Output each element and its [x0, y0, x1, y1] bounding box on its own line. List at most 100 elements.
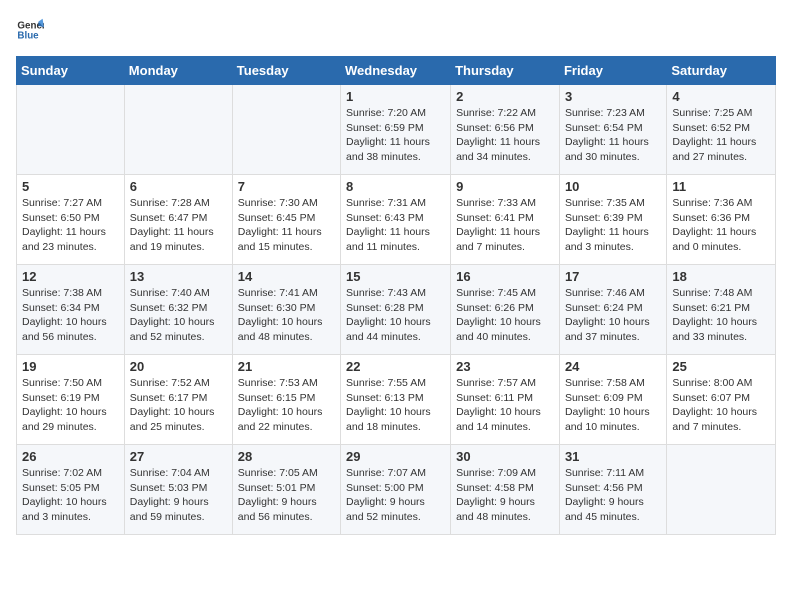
header-row: Sunday Monday Tuesday Wednesday Thursday… — [17, 57, 776, 85]
day-number: 17 — [565, 269, 661, 284]
table-cell — [232, 85, 340, 175]
day-number: 16 — [456, 269, 554, 284]
day-number: 20 — [130, 359, 227, 374]
table-cell: 18 Sunrise: 7:48 AM Sunset: 6:21 PM Dayli… — [667, 265, 776, 355]
day-number: 6 — [130, 179, 227, 194]
table-cell: 3 Sunrise: 7:23 AM Sunset: 6:54 PM Daylig… — [559, 85, 666, 175]
col-saturday: Saturday — [667, 57, 776, 85]
header: General Blue — [16, 16, 776, 44]
day-info: Sunrise: 8:00 AM Sunset: 6:07 PM Dayligh… — [672, 376, 770, 435]
day-number: 18 — [672, 269, 770, 284]
day-info: Sunrise: 7:25 AM Sunset: 6:52 PM Dayligh… — [672, 106, 770, 165]
day-info: Sunrise: 7:31 AM Sunset: 6:43 PM Dayligh… — [346, 196, 445, 255]
table-cell: 13 Sunrise: 7:40 AM Sunset: 6:32 PM Dayli… — [124, 265, 232, 355]
day-info: Sunrise: 7:55 AM Sunset: 6:13 PM Dayligh… — [346, 376, 445, 435]
table-cell: 5 Sunrise: 7:27 AM Sunset: 6:50 PM Daylig… — [17, 175, 125, 265]
week-row-0: 1 Sunrise: 7:20 AM Sunset: 6:59 PM Daylig… — [17, 85, 776, 175]
table-cell: 21Sunrise: 7:53 AM Sunset: 6:15 PM Dayli… — [232, 355, 340, 445]
day-info: Sunrise: 7:43 AM Sunset: 6:28 PM Dayligh… — [346, 286, 445, 345]
table-cell: 15Sunrise: 7:43 AM Sunset: 6:28 PM Dayli… — [341, 265, 451, 355]
table-cell — [124, 85, 232, 175]
table-cell: 23Sunrise: 7:57 AM Sunset: 6:11 PM Dayli… — [451, 355, 560, 445]
day-info: Sunrise: 7:22 AM Sunset: 6:56 PM Dayligh… — [456, 106, 554, 165]
day-number: 19 — [22, 359, 119, 374]
table-cell: 26Sunrise: 7:02 AM Sunset: 5:05 PM Dayli… — [17, 445, 125, 535]
table-cell: 17 Sunrise: 7:46 AM Sunset: 6:24 PM Dayli… — [559, 265, 666, 355]
day-number: 1 — [346, 89, 445, 104]
table-cell: 20 Sunrise: 7:52 AM Sunset: 6:17 PM Dayli… — [124, 355, 232, 445]
day-number: 11 — [672, 179, 770, 194]
table-cell: 8Sunrise: 7:31 AM Sunset: 6:43 PM Daylig… — [341, 175, 451, 265]
day-info: Sunrise: 7:36 AM Sunset: 6:36 PM Dayligh… — [672, 196, 770, 255]
col-thursday: Thursday — [451, 57, 560, 85]
table-cell: 19Sunrise: 7:50 AM Sunset: 6:19 PM Dayli… — [17, 355, 125, 445]
day-number: 30 — [456, 449, 554, 464]
table-cell: 25Sunrise: 8:00 AM Sunset: 6:07 PM Dayli… — [667, 355, 776, 445]
table-cell: 28 Sunrise: 7:05 AM Sunset: 5:01 PM Dayli… — [232, 445, 340, 535]
day-info: Sunrise: 7:38 AM Sunset: 6:34 PM Dayligh… — [22, 286, 119, 345]
table-cell: 22 Sunrise: 7:55 AM Sunset: 6:13 PM Dayli… — [341, 355, 451, 445]
day-number: 12 — [22, 269, 119, 284]
table-cell: 2 Sunrise: 7:22 AM Sunset: 6:56 PM Daylig… — [451, 85, 560, 175]
day-number: 4 — [672, 89, 770, 104]
table-cell: 4 Sunrise: 7:25 AM Sunset: 6:52 PM Daylig… — [667, 85, 776, 175]
svg-text:Blue: Blue — [17, 30, 39, 41]
day-number: 31 — [565, 449, 661, 464]
day-number: 29 — [346, 449, 445, 464]
day-info: Sunrise: 7:07 AM Sunset: 5:00 PM Dayligh… — [346, 466, 445, 525]
table-cell: 27 Sunrise: 7:04 AM Sunset: 5:03 PM Dayli… — [124, 445, 232, 535]
calendar-body: 1 Sunrise: 7:20 AM Sunset: 6:59 PM Daylig… — [17, 85, 776, 535]
day-number: 2 — [456, 89, 554, 104]
logo: General Blue — [16, 16, 44, 44]
table-cell: 16 Sunrise: 7:45 AM Sunset: 6:26 PM Dayli… — [451, 265, 560, 355]
day-number: 28 — [238, 449, 335, 464]
day-number: 3 — [565, 89, 661, 104]
day-number: 13 — [130, 269, 227, 284]
day-number: 14 — [238, 269, 335, 284]
table-cell: 31 Sunrise: 7:11 AM Sunset: 4:56 PM Dayli… — [559, 445, 666, 535]
col-tuesday: Tuesday — [232, 57, 340, 85]
table-cell: 6 Sunrise: 7:28 AM Sunset: 6:47 PM Daylig… — [124, 175, 232, 265]
day-number: 24 — [565, 359, 661, 374]
day-info: Sunrise: 7:48 AM Sunset: 6:21 PM Dayligh… — [672, 286, 770, 345]
day-info: Sunrise: 7:27 AM Sunset: 6:50 PM Dayligh… — [22, 196, 119, 255]
day-info: Sunrise: 7:09 AM Sunset: 4:58 PM Dayligh… — [456, 466, 554, 525]
day-info: Sunrise: 7:41 AM Sunset: 6:30 PM Dayligh… — [238, 286, 335, 345]
day-number: 27 — [130, 449, 227, 464]
day-info: Sunrise: 7:20 AM Sunset: 6:59 PM Dayligh… — [346, 106, 445, 165]
table-cell: 7Sunrise: 7:30 AM Sunset: 6:45 PM Daylig… — [232, 175, 340, 265]
day-info: Sunrise: 7:57 AM Sunset: 6:11 PM Dayligh… — [456, 376, 554, 435]
table-cell: 11 Sunrise: 7:36 AM Sunset: 6:36 PM Dayli… — [667, 175, 776, 265]
day-number: 7 — [238, 179, 335, 194]
week-row-4: 26Sunrise: 7:02 AM Sunset: 5:05 PM Dayli… — [17, 445, 776, 535]
day-info: Sunrise: 7:28 AM Sunset: 6:47 PM Dayligh… — [130, 196, 227, 255]
table-cell: 9Sunrise: 7:33 AM Sunset: 6:41 PM Daylig… — [451, 175, 560, 265]
day-info: Sunrise: 7:23 AM Sunset: 6:54 PM Dayligh… — [565, 106, 661, 165]
calendar-table: Sunday Monday Tuesday Wednesday Thursday… — [16, 56, 776, 535]
day-info: Sunrise: 7:58 AM Sunset: 6:09 PM Dayligh… — [565, 376, 661, 435]
table-cell: 10 Sunrise: 7:35 AM Sunset: 6:39 PM Dayli… — [559, 175, 666, 265]
week-row-3: 19Sunrise: 7:50 AM Sunset: 6:19 PM Dayli… — [17, 355, 776, 445]
table-cell: 30 Sunrise: 7:09 AM Sunset: 4:58 PM Dayli… — [451, 445, 560, 535]
day-info: Sunrise: 7:05 AM Sunset: 5:01 PM Dayligh… — [238, 466, 335, 525]
day-info: Sunrise: 7:52 AM Sunset: 6:17 PM Dayligh… — [130, 376, 227, 435]
day-info: Sunrise: 7:35 AM Sunset: 6:39 PM Dayligh… — [565, 196, 661, 255]
table-cell — [17, 85, 125, 175]
day-number: 10 — [565, 179, 661, 194]
day-info: Sunrise: 7:02 AM Sunset: 5:05 PM Dayligh… — [22, 466, 119, 525]
col-wednesday: Wednesday — [341, 57, 451, 85]
day-info: Sunrise: 7:45 AM Sunset: 6:26 PM Dayligh… — [456, 286, 554, 345]
day-info: Sunrise: 7:40 AM Sunset: 6:32 PM Dayligh… — [130, 286, 227, 345]
week-row-2: 12 Sunrise: 7:38 AM Sunset: 6:34 PM Dayli… — [17, 265, 776, 355]
table-cell: 29 Sunrise: 7:07 AM Sunset: 5:00 PM Dayli… — [341, 445, 451, 535]
day-info: Sunrise: 7:33 AM Sunset: 6:41 PM Dayligh… — [456, 196, 554, 255]
col-sunday: Sunday — [17, 57, 125, 85]
table-cell: 12 Sunrise: 7:38 AM Sunset: 6:34 PM Dayli… — [17, 265, 125, 355]
table-cell: 24 Sunrise: 7:58 AM Sunset: 6:09 PM Dayli… — [559, 355, 666, 445]
day-info: Sunrise: 7:11 AM Sunset: 4:56 PM Dayligh… — [565, 466, 661, 525]
day-number: 22 — [346, 359, 445, 374]
week-row-1: 5 Sunrise: 7:27 AM Sunset: 6:50 PM Daylig… — [17, 175, 776, 265]
day-number: 5 — [22, 179, 119, 194]
day-info: Sunrise: 7:04 AM Sunset: 5:03 PM Dayligh… — [130, 466, 227, 525]
day-info: Sunrise: 7:46 AM Sunset: 6:24 PM Dayligh… — [565, 286, 661, 345]
